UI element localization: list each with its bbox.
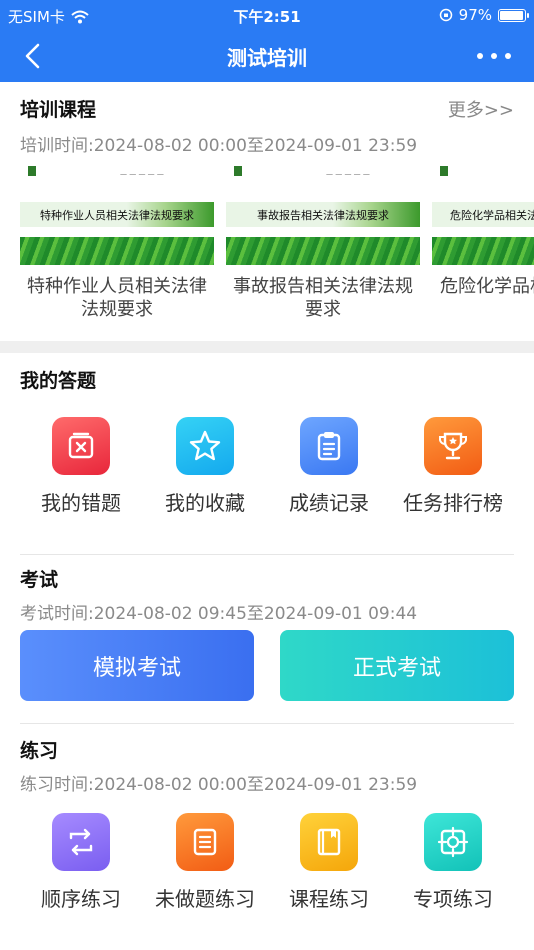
course-card[interactable]: 危险化学品相关法 危险化学品相关法规 xyxy=(432,160,534,298)
course-card[interactable]: — — — — — 特种作业人员相关法律法规要求 特种作业人员相关法律法规要求 xyxy=(20,160,214,321)
star-icon xyxy=(176,417,234,475)
divider xyxy=(20,554,514,555)
sequential-practice-button[interactable]: 顺序练习 xyxy=(16,813,146,912)
wrong-answers-icon xyxy=(52,417,110,475)
grid-item-label: 任务排行榜 xyxy=(403,491,503,515)
score-records-button[interactable]: 成绩记录 xyxy=(264,417,394,516)
course-thumbnail: — — — — — 事故报告相关法律法规要求 xyxy=(226,160,420,265)
book-icon xyxy=(300,813,358,871)
task-leaderboard-button[interactable]: 任务排行榜 xyxy=(388,417,518,516)
training-section-title: 培训课程 xyxy=(20,99,97,121)
nav-bar: 测试培训 xyxy=(0,30,534,82)
clipboard-icon xyxy=(300,417,358,475)
poster-title: 特种作业人员相关法律法规要求 xyxy=(40,209,194,222)
exam-time: 考试时间:2024-08-02 09:45至2024-09-01 09:44 xyxy=(20,604,418,624)
brand-logo-icon xyxy=(28,166,39,176)
list-doc-icon xyxy=(176,813,234,871)
section-divider xyxy=(0,341,534,353)
poster-title: 事故报告相关法律法规要求 xyxy=(257,209,389,222)
trophy-icon xyxy=(424,417,482,475)
sequence-icon xyxy=(52,813,110,871)
grid-item-label: 我的错题 xyxy=(41,491,121,515)
course-name: 特种作业人员相关法律法规要求 xyxy=(27,276,207,320)
exam-section-title: 考试 xyxy=(20,569,59,591)
poster-title: 危险化学品相关法 xyxy=(450,209,534,222)
brand-logo-icon xyxy=(234,166,245,176)
more-options-icon[interactable] xyxy=(474,42,514,70)
practice-time: 练习时间:2024-08-02 00:00至2024-09-01 23:59 xyxy=(20,775,418,795)
course-card[interactable]: — — — — — 事故报告相关法律法规要求 事故报告相关法律法规要求 xyxy=(226,160,420,321)
special-practice-button[interactable]: 专项练习 xyxy=(388,813,518,912)
course-thumbnail: 危险化学品相关法 xyxy=(432,160,534,265)
grid-item-label: 专项练习 xyxy=(413,887,493,911)
course-practice-button[interactable]: 课程练习 xyxy=(264,813,394,912)
course-name: 危险化学品相关法规 xyxy=(440,276,534,297)
mock-exam-button[interactable]: 模拟考试 xyxy=(20,630,254,701)
grid-item-label: 未做题练习 xyxy=(155,887,255,911)
brand-logo-icon xyxy=(440,166,451,176)
practice-section-title: 练习 xyxy=(20,740,59,762)
grid-item-label: 顺序练习 xyxy=(41,887,121,911)
formal-exam-button[interactable]: 正式考试 xyxy=(280,630,514,701)
target-icon xyxy=(424,813,482,871)
status-bar: 无SIM卡 下午2:51 97% xyxy=(0,0,534,30)
battery-percent: 97% xyxy=(458,6,492,24)
my-favorites-button[interactable]: 我的收藏 xyxy=(140,417,270,516)
grid-item-label: 课程练习 xyxy=(289,887,369,911)
my-wrong-answers-button[interactable]: 我的错题 xyxy=(16,417,146,516)
course-carousel[interactable]: — — — — — 特种作业人员相关法律法规要求 特种作业人员相关法律法规要求 … xyxy=(20,160,534,330)
rotation-lock-icon xyxy=(439,8,452,22)
course-name: 事故报告相关法律法规要求 xyxy=(233,276,413,320)
battery-icon xyxy=(498,8,529,22)
grid-item-label: 成绩记录 xyxy=(289,491,369,515)
undone-practice-button[interactable]: 未做题练习 xyxy=(140,813,270,912)
training-time: 培训时间:2024-08-02 00:00至2024-09-01 23:59 xyxy=(20,136,418,156)
grid-item-label: 我的收藏 xyxy=(165,491,245,515)
course-thumbnail: — — — — — 特种作业人员相关法律法规要求 xyxy=(20,160,214,265)
page-title: 测试培训 xyxy=(227,46,307,70)
more-courses-link[interactable]: 更多>> xyxy=(448,96,514,122)
my-answers-title: 我的答题 xyxy=(20,370,97,392)
divider xyxy=(20,723,514,724)
